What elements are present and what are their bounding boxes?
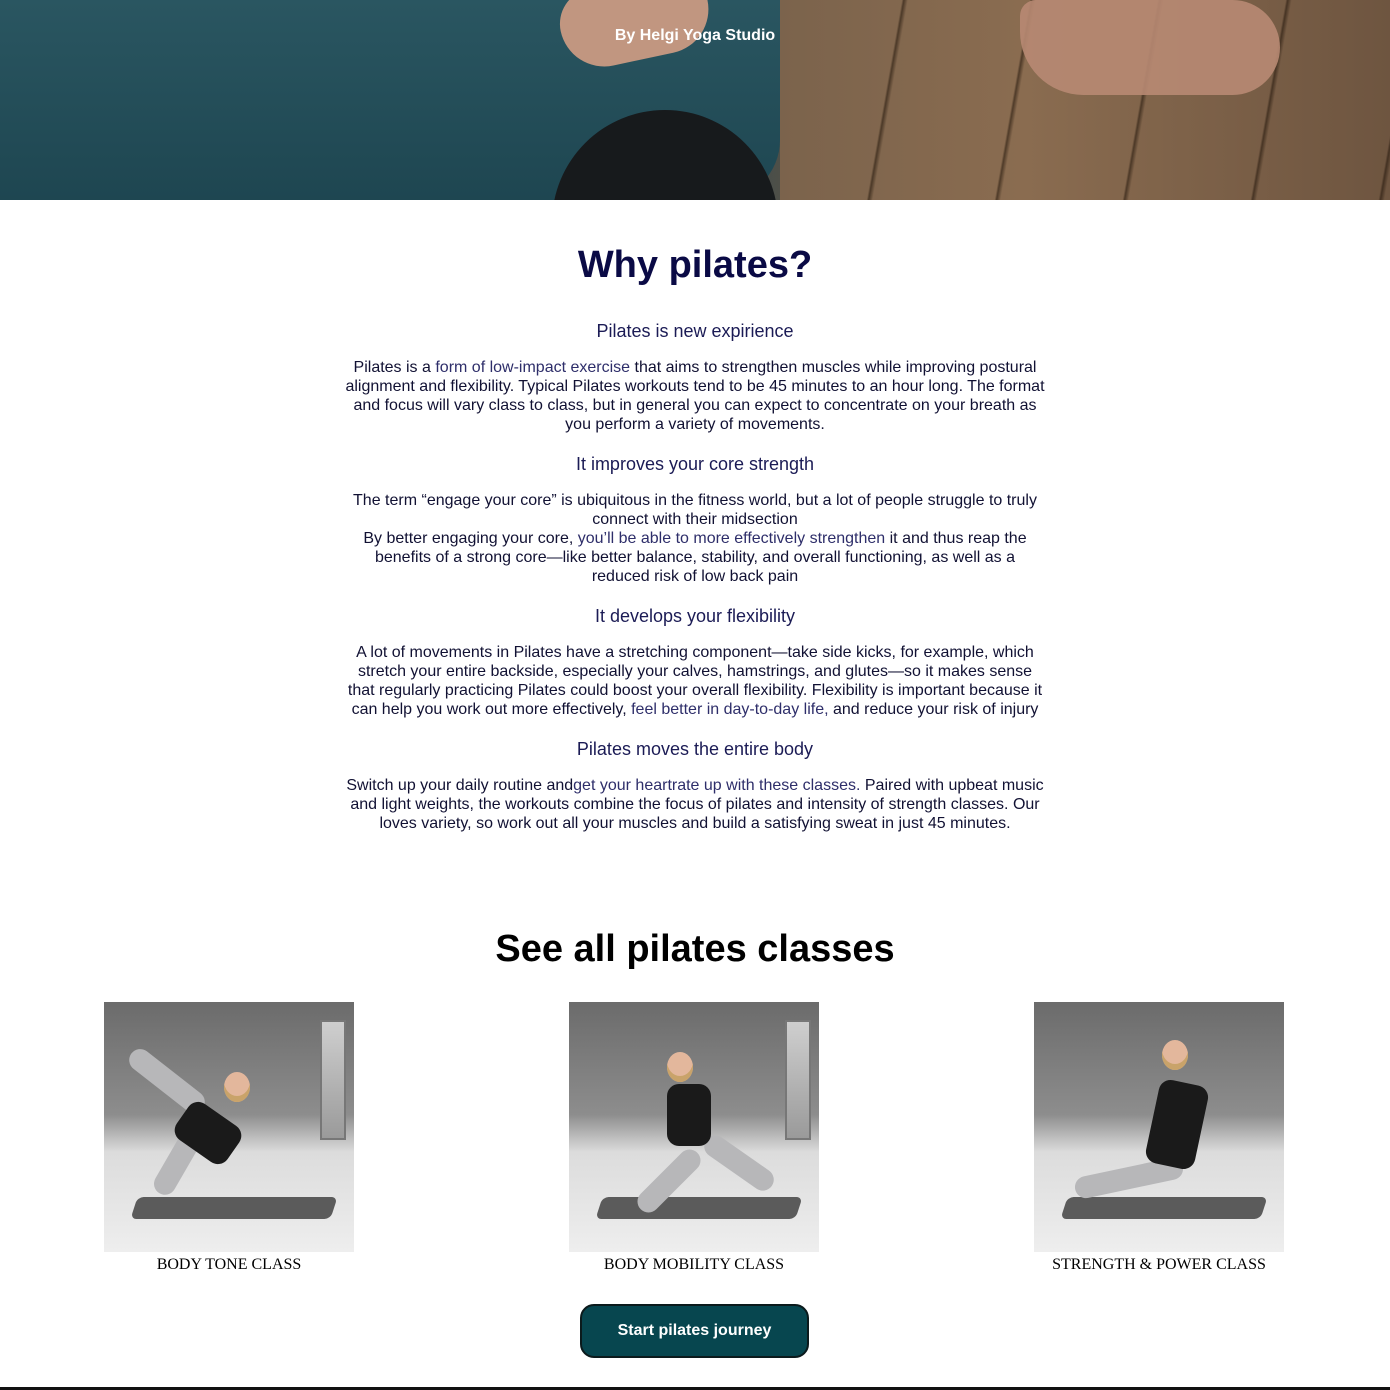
class-label[interactable]: BODY MOBILITY CLASS xyxy=(569,1256,819,1274)
paragraph-text: Switch up your daily routine and xyxy=(346,777,574,794)
torso-shape xyxy=(667,1084,711,1146)
inline-link[interactable]: get your heartrate up with these classes… xyxy=(573,777,860,794)
paragraph-text: By better engaging your core, xyxy=(363,530,578,547)
inline-link[interactable]: you’ll be able to more effectively stren… xyxy=(578,530,885,547)
class-label[interactable]: BODY TONE CLASS xyxy=(104,1256,354,1274)
mat-shape xyxy=(595,1197,803,1219)
head-shape xyxy=(224,1072,250,1102)
class-card-strength-power[interactable]: STRENGTH & POWER CLASS xyxy=(1034,1002,1284,1274)
section-paragraph: A lot of movements in Pilates have a str… xyxy=(345,643,1045,719)
section-heading: It develops your flexibility xyxy=(594,606,796,626)
class-card-body-mobility[interactable]: BODY MOBILITY CLASS xyxy=(569,1002,819,1274)
classes-title: See all pilates classes xyxy=(495,928,895,970)
hero-hand-image xyxy=(1020,0,1280,95)
mirror-shape xyxy=(785,1020,811,1140)
hero-banner: By Helgi Yoga Studio xyxy=(0,0,1390,200)
inline-link[interactable]: feel better in day-to-day life, xyxy=(631,701,828,718)
leg-shape xyxy=(699,1131,779,1195)
section-heading: Pilates is new expirience xyxy=(596,321,794,341)
paragraph-text: The term “engage your core” is ubiquitou… xyxy=(353,492,1037,528)
head-shape xyxy=(667,1052,693,1082)
studio-byline: By Helgi Yoga Studio xyxy=(614,27,776,44)
section-heading: It improves your core strength xyxy=(575,454,815,474)
class-photo[interactable] xyxy=(569,1002,819,1252)
start-journey-button[interactable]: Start pilates journey xyxy=(580,1304,809,1358)
class-photo[interactable] xyxy=(1034,1002,1284,1252)
paragraph-text: and reduce your risk of injury xyxy=(828,701,1039,718)
section-paragraph: Pilates is a form of low-impact exercise… xyxy=(345,358,1045,434)
paragraph-text: Pilates is a xyxy=(353,359,436,376)
section-paragraph: Switch up your daily routine andget your… xyxy=(345,776,1045,833)
mirror-shape xyxy=(320,1020,346,1140)
class-label[interactable]: STRENGTH & POWER CLASS xyxy=(1034,1256,1284,1274)
head-shape xyxy=(1162,1040,1188,1070)
torso-shape xyxy=(1143,1077,1211,1172)
class-card-body-tone[interactable]: BODY TONE CLASS xyxy=(104,1002,354,1274)
why-pilates-title: Why pilates? xyxy=(577,244,813,286)
class-photo[interactable] xyxy=(104,1002,354,1252)
mat-shape xyxy=(1060,1197,1268,1219)
section-heading: Pilates moves the entire body xyxy=(576,739,814,759)
mat-shape xyxy=(130,1197,338,1219)
section-paragraph: The term “engage your core” is ubiquitou… xyxy=(345,491,1045,586)
inline-link[interactable]: form of low-impact exercise xyxy=(435,359,630,376)
why-pilates-section: Why pilates? Pilates is new expirience P… xyxy=(345,244,1045,853)
